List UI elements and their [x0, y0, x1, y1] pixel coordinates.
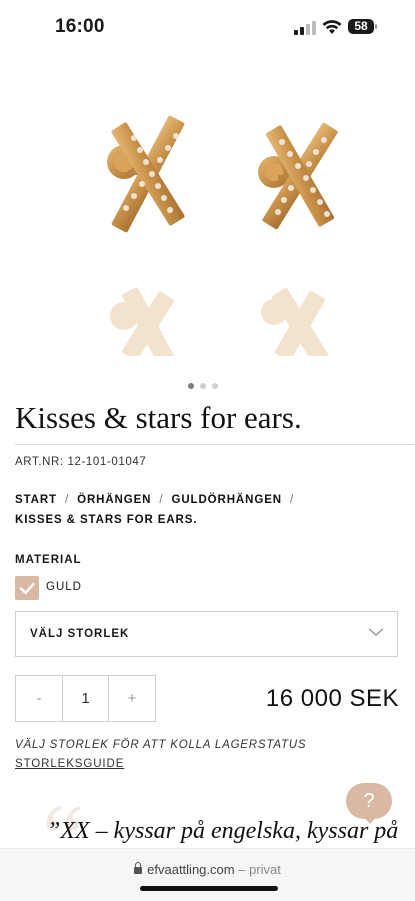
size-guide-link[interactable]: STORLEKSGUIDE [15, 758, 124, 770]
size-select-label: VÄLJ STORLEK [30, 628, 130, 640]
material-option-label[interactable]: GULD [46, 581, 82, 593]
quantity-decrease-button[interactable]: - [16, 676, 62, 721]
breadcrumb-start[interactable]: START [15, 494, 57, 506]
quantity-stepper: - 1 + [15, 675, 156, 722]
quantity-input[interactable]: 1 [62, 676, 109, 721]
cellular-signal-icon [294, 21, 316, 35]
gallery-dot[interactable] [200, 383, 206, 389]
breadcrumb: START / ÖRHÄNGEN / GULDÖRHÄNGEN / KISSES & ST… [15, 490, 405, 530]
product-image-gallery[interactable] [0, 56, 415, 365]
stock-status-note: VÄLJ STORLEK FÖR ATT KOLLA LAGERSTATUS [15, 739, 307, 751]
breadcrumb-separator: / [159, 494, 164, 506]
status-time: 16:00 [55, 16, 105, 37]
material-label: MATERIAL [15, 554, 82, 566]
chevron-down-icon [368, 628, 384, 636]
breadcrumb-earrings[interactable]: ÖRHÄNGEN [77, 494, 151, 506]
checkmark-icon [19, 582, 35, 595]
url-separator: – [238, 862, 246, 877]
breadcrumb-separator: / [289, 494, 295, 506]
gold-cross-stud-earrings-image [107, 115, 338, 365]
battery-icon: 58 [348, 19, 378, 35]
breadcrumb-gold-earrings[interactable]: GULDÖRHÄNGEN [172, 494, 282, 506]
help-bubble-tail [362, 815, 378, 824]
gallery-pagination [188, 376, 224, 394]
product-price: 16 000 SEK [265, 685, 399, 712]
status-bar: 16:00 58 [0, 0, 415, 56]
product-title: Kisses & stars for ears. [15, 400, 302, 435]
breadcrumb-separator: / [64, 494, 70, 506]
url-display[interactable]: efvaattling.com – privat [0, 862, 415, 877]
gallery-dot-active[interactable] [188, 383, 194, 389]
breadcrumb-current: KISSES & STARS FOR EARS. [15, 514, 198, 526]
size-select[interactable]: VÄLJ STORLEK [15, 611, 398, 657]
private-mode-label: privat [249, 862, 281, 877]
divider [15, 444, 415, 445]
material-checkbox[interactable] [15, 576, 39, 600]
url-domain: efvaattling.com [147, 862, 235, 877]
article-number: ART.NR: 12-101-01047 [15, 456, 147, 468]
battery-level: 58 [348, 19, 374, 34]
gallery-dot[interactable] [212, 383, 218, 389]
lock-icon [134, 862, 143, 874]
wifi-icon [322, 20, 342, 34]
product-description-quote: ”XX – kyssar på engelska, kyssar på [47, 818, 399, 844]
home-indicator[interactable] [140, 886, 278, 891]
help-chat-button[interactable]: ? [346, 783, 392, 819]
browser-address-bar[interactable]: efvaattling.com – privat [0, 848, 415, 901]
quantity-increase-button[interactable]: + [109, 676, 155, 721]
